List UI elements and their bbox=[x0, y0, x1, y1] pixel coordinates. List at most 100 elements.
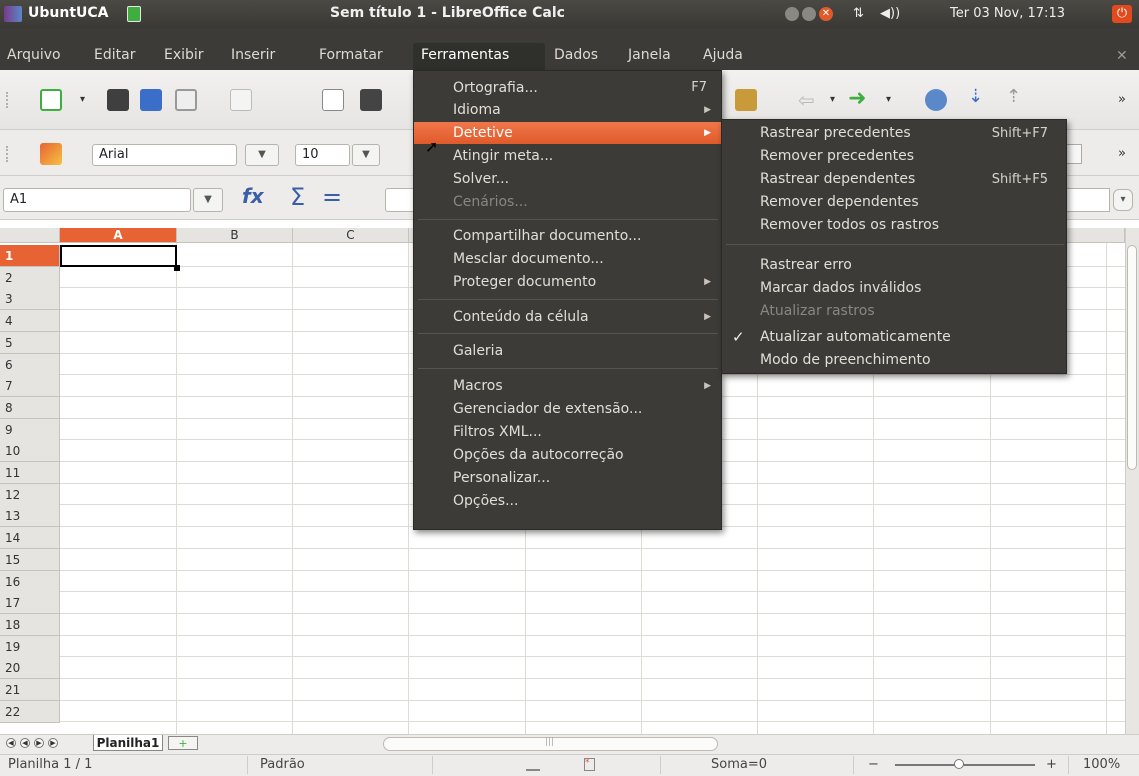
row-header-16[interactable]: 16 bbox=[0, 570, 60, 593]
menu-exibir[interactable]: Exibir bbox=[164, 47, 204, 63]
new-spreadsheet-icon[interactable] bbox=[40, 89, 62, 111]
clone-formatting-icon[interactable] bbox=[735, 89, 757, 111]
redo-dropdown-icon[interactable]: ▾ bbox=[886, 94, 891, 105]
menu-item-autocorrecao[interactable]: Opções da autocorreção bbox=[414, 444, 721, 466]
formula-input-right[interactable] bbox=[1060, 188, 1110, 212]
menu-arquivo[interactable]: Arquivo bbox=[7, 47, 61, 63]
row-header-13[interactable]: 13 bbox=[0, 505, 60, 528]
menu-item-ortografia[interactable]: Ortografia... F7 bbox=[414, 77, 721, 99]
menu-dados[interactable]: Dados bbox=[554, 47, 598, 63]
menu-item-gerenciador-extensao[interactable]: Gerenciador de extensão... bbox=[414, 398, 721, 420]
toolbar-overflow-icon[interactable]: » bbox=[1118, 146, 1126, 161]
toolbar-grip-icon[interactable] bbox=[6, 146, 9, 162]
row-header-14[interactable]: 14 bbox=[0, 527, 60, 550]
insert-mode-icon[interactable] bbox=[526, 759, 540, 771]
menu-item-filtros-xml[interactable]: Filtros XML... bbox=[414, 421, 721, 443]
row-header-4[interactable]: 4 bbox=[0, 310, 60, 333]
toolbar-grip-icon[interactable] bbox=[6, 92, 9, 108]
page-style[interactable]: Padrão bbox=[260, 757, 305, 772]
new-dropdown-icon[interactable]: ▾ bbox=[80, 94, 85, 105]
sum-icon[interactable]: Σ bbox=[290, 184, 305, 210]
column-header-c[interactable]: C bbox=[293, 228, 409, 243]
menu-item-atingir-meta[interactable]: Atingir meta... bbox=[414, 145, 721, 167]
submenu-item-atualizar-automaticamente[interactable]: ✓ Atualizar automaticamente bbox=[722, 326, 1066, 349]
sort-ascending-icon[interactable]: ⇣ bbox=[968, 86, 983, 107]
row-header-2[interactable]: 2 bbox=[0, 266, 60, 289]
menu-formatar[interactable]: Formatar bbox=[319, 47, 383, 63]
toolbar-overflow-icon[interactable]: » bbox=[1118, 92, 1126, 107]
menu-janela[interactable]: Janela bbox=[628, 47, 671, 63]
menu-item-macros[interactable]: Macros ▶ bbox=[414, 375, 721, 397]
row-header-7[interactable]: 7 bbox=[0, 375, 60, 398]
sheet-position[interactable]: Planilha 1 / 1 bbox=[8, 757, 92, 772]
prev-sheet-icon[interactable]: ◀ bbox=[20, 738, 30, 748]
submenu-item-rastrear-dependentes[interactable]: Rastrear dependentes Shift+F5 bbox=[722, 168, 1066, 191]
row-header-19[interactable]: 19 bbox=[0, 635, 60, 658]
power-icon[interactable]: ⏻ bbox=[1112, 5, 1132, 23]
ubuntu-logo-icon[interactable] bbox=[4, 6, 22, 22]
app-name[interactable]: UbuntUCA bbox=[28, 5, 109, 21]
row-header-17[interactable]: 17 bbox=[0, 592, 60, 615]
row-header-10[interactable]: 10 bbox=[0, 440, 60, 463]
row-header-3[interactable]: 3 bbox=[0, 288, 60, 311]
zoom-slider-knob[interactable] bbox=[954, 759, 964, 769]
select-all-corner[interactable] bbox=[0, 228, 60, 243]
menu-item-detetive[interactable]: Detetive ▶ bbox=[414, 122, 721, 144]
function-icon[interactable]: = bbox=[322, 184, 342, 210]
font-name-dropdown-icon[interactable]: ▼ bbox=[245, 144, 279, 166]
row-header-22[interactable]: 22 bbox=[0, 700, 60, 723]
name-box-dropdown-icon[interactable]: ▼ bbox=[193, 188, 223, 212]
menu-item-idioma[interactable]: Idioma ▶ bbox=[414, 99, 721, 121]
close-window-icon[interactable]: ✕ bbox=[819, 7, 833, 21]
next-sheet-icon[interactable]: ▶ bbox=[34, 738, 44, 748]
menu-item-compartilhar[interactable]: Compartilhar documento... bbox=[414, 225, 721, 247]
font-size-dropdown-icon[interactable]: ▼ bbox=[352, 144, 380, 166]
row-header-11[interactable]: 11 bbox=[0, 462, 60, 484]
save-icon[interactable] bbox=[140, 89, 162, 111]
zoom-in-icon[interactable]: + bbox=[1046, 757, 1057, 772]
zoom-level[interactable]: 100% bbox=[1083, 757, 1120, 772]
hyperlink-icon[interactable] bbox=[925, 89, 947, 111]
network-icon[interactable]: ⇅ bbox=[853, 6, 864, 21]
submenu-item-marcar-dados-invalidos[interactable]: Marcar dados inválidos bbox=[722, 277, 1066, 300]
submenu-item-remover-dependentes[interactable]: Remover dependentes bbox=[722, 191, 1066, 214]
font-size-input[interactable]: 10 bbox=[295, 144, 350, 166]
add-sheet-icon[interactable]: + bbox=[168, 736, 198, 750]
clock[interactable]: Ter 03 Nov, 17:13 bbox=[950, 6, 1065, 21]
menu-item-personalizar[interactable]: Personalizar... bbox=[414, 467, 721, 489]
sort-descending-icon[interactable]: ⇡ bbox=[1006, 86, 1021, 107]
selected-cell-a1[interactable] bbox=[60, 245, 177, 267]
styles-icon[interactable] bbox=[40, 143, 62, 165]
font-name-input[interactable]: Arial bbox=[92, 144, 237, 166]
menu-inserir[interactable]: Inserir bbox=[231, 47, 275, 63]
edit-mode-icon[interactable] bbox=[230, 89, 252, 111]
menu-item-opcoes[interactable]: Opções... bbox=[414, 490, 721, 512]
undo-icon[interactable]: ⇦ bbox=[798, 88, 815, 112]
submenu-item-modo-preenchimento[interactable]: Modo de preenchimento bbox=[722, 349, 1066, 372]
column-header-b[interactable]: B bbox=[177, 228, 293, 243]
menu-editar[interactable]: Editar bbox=[94, 47, 135, 63]
email-icon[interactable] bbox=[175, 89, 197, 111]
row-header-15[interactable]: 15 bbox=[0, 548, 60, 571]
undo-dropdown-icon[interactable]: ▾ bbox=[830, 94, 835, 105]
close-document-icon[interactable]: ✕ bbox=[1116, 48, 1128, 64]
redo-icon[interactable]: ➜ bbox=[848, 86, 866, 111]
menu-item-proteger[interactable]: Proteger documento ▶ bbox=[414, 271, 721, 293]
name-box[interactable]: A1 bbox=[3, 188, 191, 212]
row-header-5[interactable]: 5 bbox=[0, 331, 60, 354]
expand-formula-icon[interactable]: ▾ bbox=[1113, 189, 1133, 211]
sheet-tab-planilha1[interactable]: Planilha1 bbox=[93, 735, 163, 751]
export-pdf-icon[interactable] bbox=[322, 89, 344, 111]
menu-item-mesclar[interactable]: Mesclar documento... bbox=[414, 248, 721, 270]
zoom-out-icon[interactable]: − bbox=[868, 757, 879, 772]
maximize-window-icon[interactable] bbox=[802, 7, 816, 21]
row-header-20[interactable]: 20 bbox=[0, 657, 60, 680]
minimize-window-icon[interactable] bbox=[785, 7, 799, 21]
menu-item-galeria[interactable]: Galeria bbox=[414, 340, 721, 362]
menu-ferramentas[interactable]: Ferramentas bbox=[421, 47, 509, 63]
row-header-1[interactable]: 1 bbox=[0, 245, 60, 267]
submenu-item-rastrear-erro[interactable]: Rastrear erro bbox=[722, 254, 1066, 277]
document-modified-icon[interactable]: * bbox=[584, 758, 595, 771]
open-folder-icon[interactable] bbox=[107, 89, 129, 111]
last-sheet-icon[interactable]: ▶ bbox=[48, 738, 58, 748]
